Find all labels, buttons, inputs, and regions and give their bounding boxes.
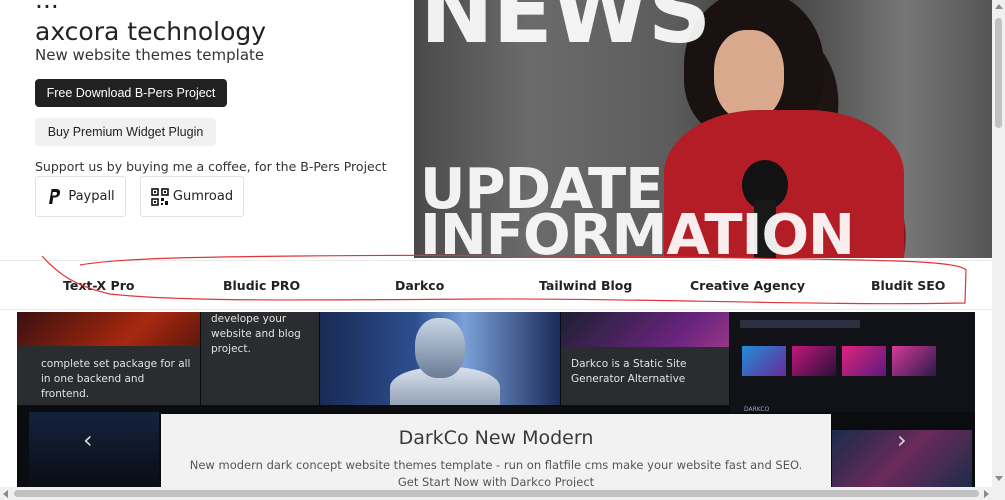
showcase-tile-1[interactable]: complete set package for all in one back…: [17, 312, 200, 405]
hero-subtitle: New website themes template: [35, 46, 265, 64]
theme-nav: Text-X Pro Bludic PRO Darkco Tailwind Bl…: [0, 260, 992, 310]
paypal-label: Paypall: [68, 189, 115, 204]
nav-item-creative-agency[interactable]: Creative Agency: [690, 278, 805, 293]
horizontal-scrollbar[interactable]: [0, 487, 1005, 500]
preview-shape: [892, 346, 936, 376]
showcase-tile-2[interactable]: develope your website and blog project.: [201, 312, 319, 405]
preview-label: DARKCO: [744, 406, 770, 412]
carousel-caption-card: DarkCo New Modern New modern dark concep…: [161, 414, 831, 489]
vertical-scrollbar[interactable]: [992, 0, 1005, 487]
reporter-face: [714, 30, 784, 120]
showcase-tile-4[interactable]: Darkco is a Static Site Generator Altern…: [561, 312, 729, 405]
gumroad-button[interactable]: Gumroad: [140, 176, 244, 217]
horizontal-scroll-thumb[interactable]: [14, 490, 979, 497]
paypal-icon: [46, 188, 64, 206]
hero-word-information: INFORMATION: [420, 203, 855, 258]
tile-caption-3: Darkco is a Static Site Generator Altern…: [571, 358, 687, 385]
nav-item-text-x-pro[interactable]: Text-X Pro: [63, 278, 134, 293]
carousel-prev-button[interactable]: ‹: [83, 426, 93, 454]
nav-item-bludit-seo[interactable]: Bludit SEO: [871, 278, 945, 293]
hero-image: NEWS UPDATE INFORMATION: [414, 0, 992, 258]
hero-word-news: NEWS: [420, 0, 711, 63]
tile-caption-2: develope your website and blog project.: [211, 313, 301, 355]
robot-head: [415, 318, 465, 378]
gumroad-label: Gumroad: [172, 189, 234, 204]
support-text: Support us by buying me a coffee, for th…: [35, 159, 387, 174]
scroll-right-icon[interactable]: [984, 490, 989, 498]
preview-toolbar: [740, 320, 860, 328]
tile-caption-1: complete set package for all in one back…: [41, 358, 191, 400]
scroll-down-icon[interactable]: [995, 476, 1003, 481]
qr-code-icon: [151, 187, 169, 206]
hero-title: ... axcora technology: [35, 0, 266, 48]
nav-item-darkco[interactable]: Darkco: [395, 278, 444, 293]
hero-title-line-1: ...: [35, 0, 266, 16]
card-title: DarkCo New Modern: [398, 427, 594, 449]
free-download-button[interactable]: Free Download B-Pers Project: [35, 79, 227, 107]
page: ... axcora technology New website themes…: [0, 0, 1005, 500]
scroll-up-icon[interactable]: [995, 4, 1003, 9]
preview-shape: [742, 346, 786, 376]
buy-premium-button[interactable]: Buy Premium Widget Plugin: [35, 118, 216, 146]
showcase-tile-robot[interactable]: [320, 312, 560, 405]
card-description: New modern dark concept website themes t…: [189, 458, 803, 472]
hero-title-line-2: axcora technology: [35, 17, 267, 46]
nav-item-tailwind-blog[interactable]: Tailwind Blog: [539, 278, 632, 293]
showcase-tile-bottom-left[interactable]: [29, 412, 159, 487]
carousel-next-button[interactable]: ›: [897, 426, 907, 454]
vertical-scroll-thumb[interactable]: [995, 18, 1002, 128]
scroll-left-icon[interactable]: [3, 490, 8, 498]
nav-item-bludic-pro[interactable]: Bludic PRO: [223, 278, 300, 293]
preview-shape: [842, 346, 886, 376]
paypal-button[interactable]: Paypall: [35, 176, 126, 217]
preview-shape: [792, 346, 836, 376]
showcase-tile-darkco-preview[interactable]: DARKCO: [730, 312, 975, 412]
